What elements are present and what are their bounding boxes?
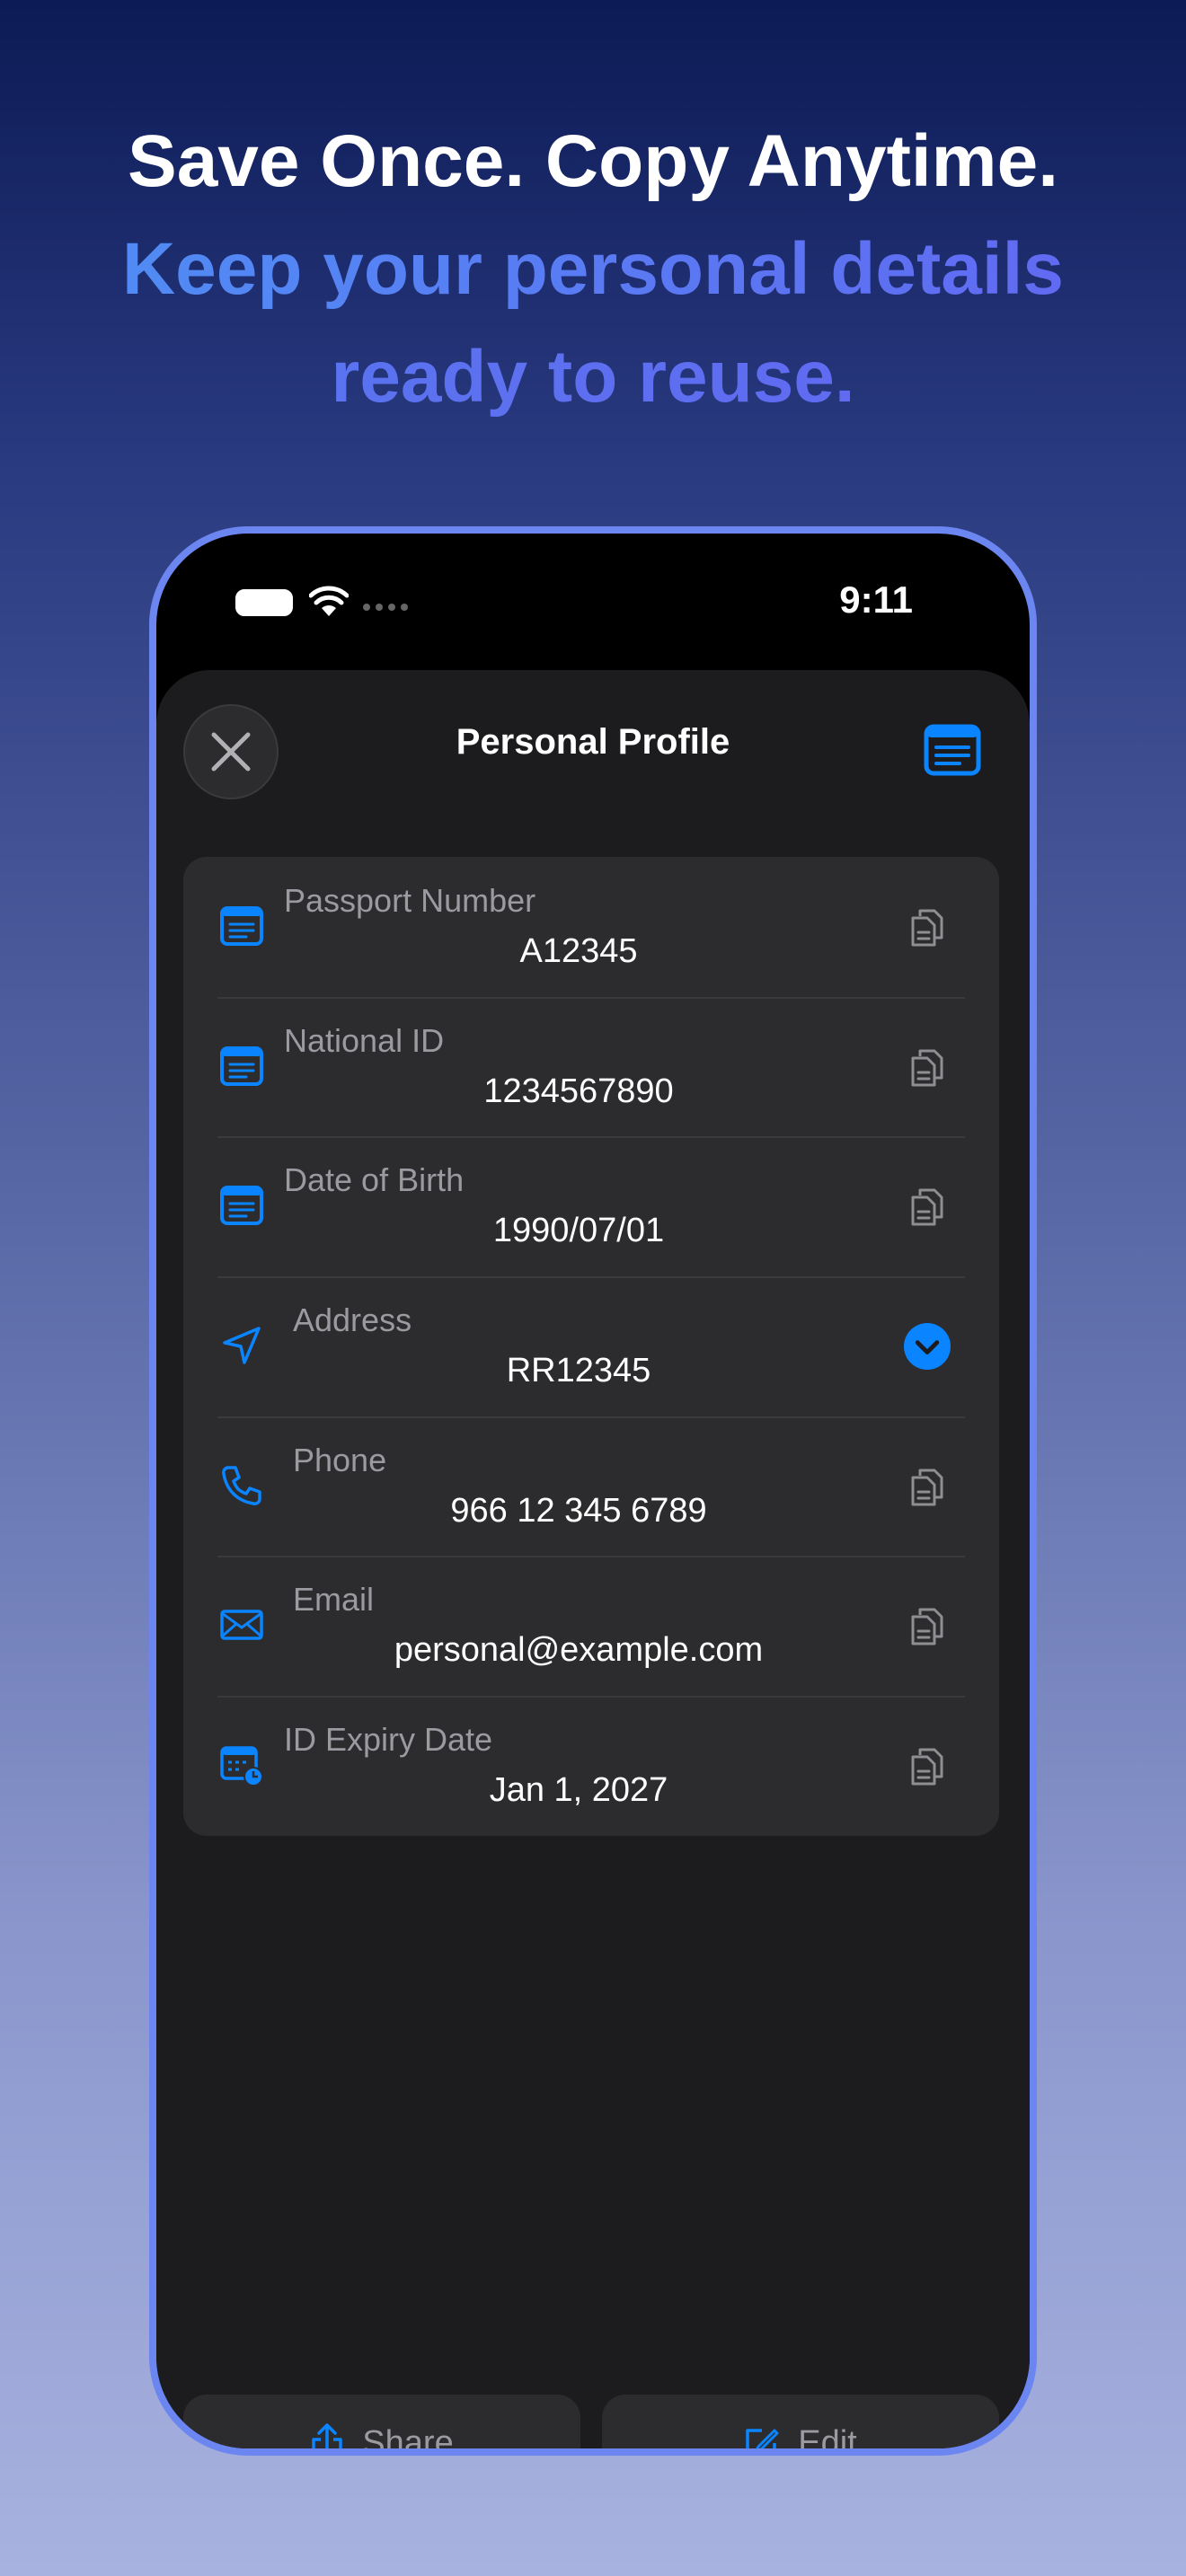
document-card-icon[interactable] [924, 724, 981, 776]
field-label: National ID [284, 1021, 445, 1059]
cellular-signal-icon [363, 604, 408, 611]
field-value: 966 12 345 6789 [450, 1491, 707, 1530]
edit-label: Edit [798, 2423, 857, 2456]
field-row-phone[interactable]: Phone 966 12 345 6789 [183, 1416, 999, 1557]
field-value: 1990/07/01 [492, 1212, 665, 1250]
field-value: Jan 1, 2027 [489, 1771, 668, 1810]
field-value: personal@example.com [394, 1631, 764, 1670]
share-icon [312, 2423, 343, 2448]
chevron-down-icon[interactable] [904, 1323, 951, 1371]
status-time: 9:11 [839, 578, 913, 621]
hero-subtitle-line-1: Keep your personal details [0, 216, 1186, 323]
share-button[interactable]: Share [183, 2395, 580, 2456]
field-value: 1234567890 [483, 1072, 674, 1110]
edit-icon [746, 2429, 779, 2448]
field-row-date-of-birth[interactable]: Date of Birth 1990/07/01 [183, 1136, 999, 1276]
hero-title: Save Once. Copy Anytime. [128, 120, 1058, 202]
field-label: Phone [293, 1441, 387, 1478]
field-row-address[interactable]: Address RR12345 [183, 1276, 999, 1416]
field-label: ID Expiry Date [284, 1721, 493, 1759]
edit-button[interactable]: Edit [602, 2395, 999, 2456]
status-bar: 9:11 [156, 534, 1030, 668]
wifi-icon [309, 586, 349, 616]
copy-icon[interactable] [906, 1744, 949, 1787]
copy-icon[interactable] [906, 905, 949, 948]
field-value: RR12345 [506, 1352, 651, 1390]
field-value: A12345 [519, 932, 638, 970]
copy-icon[interactable] [906, 1465, 949, 1508]
field-label: Address [293, 1301, 412, 1339]
profile-field-list: Passport Number A12345 National ID 12345… [183, 857, 999, 1836]
share-label: Share [362, 2423, 454, 2456]
hero-subtitle-line-2: ready to reuse. [0, 323, 1186, 431]
hero-headline: Save Once. Copy Anytime. Keep your perso… [0, 108, 1186, 431]
profile-sheet: Personal Profile Passport Number A12345 [156, 670, 1030, 2456]
field-label: Passport Number [284, 882, 536, 919]
copy-icon[interactable] [906, 1185, 949, 1228]
field-row-national-id[interactable]: National ID 1234567890 [183, 996, 999, 1137]
field-label: Date of Birth [284, 1161, 465, 1199]
field-row-email[interactable]: Email personal@example.com [183, 1556, 999, 1696]
field-row-passport-number[interactable]: Passport Number A12345 [183, 857, 999, 997]
phone-frame: 9:11 Personal Profile Passport Number A1… [149, 526, 1037, 2456]
field-row-id-expiry-date[interactable]: ID Expiry Date Jan 1, 2027 [183, 1696, 999, 1836]
battery-icon [235, 589, 293, 616]
field-label: Email [293, 1581, 375, 1619]
copy-icon[interactable] [906, 1604, 949, 1647]
copy-icon[interactable] [906, 1045, 949, 1089]
page-title: Personal Profile [456, 722, 730, 762]
